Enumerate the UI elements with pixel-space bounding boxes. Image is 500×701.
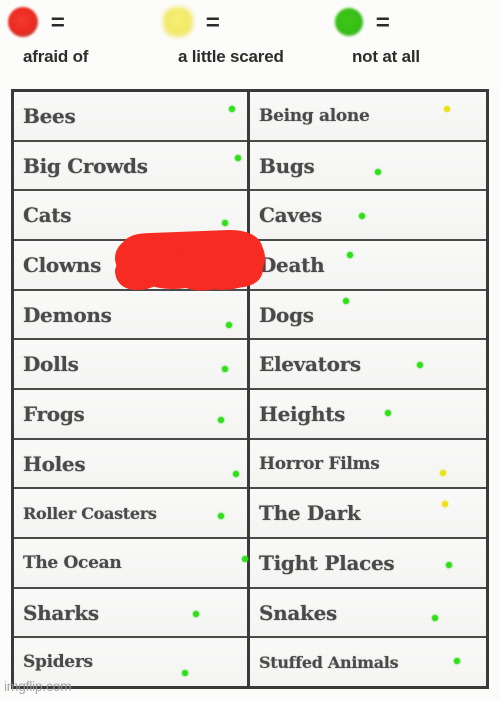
- legend-item-afraid-of: =: [8, 0, 65, 44]
- row-label: Sharks: [23, 600, 99, 625]
- table-row[interactable]: Cats: [14, 191, 247, 242]
- answer-mark[interactable]: [229, 106, 235, 112]
- row-label: Being alone: [259, 105, 370, 126]
- table-row[interactable]: The Dark: [250, 489, 486, 540]
- answer-mark[interactable]: [359, 213, 365, 220]
- table-row[interactable]: Heights: [250, 390, 486, 440]
- row-label: The Dark: [259, 501, 361, 526]
- answer-mark[interactable]: [417, 362, 423, 369]
- legend-label-not-at-all: not at all: [352, 47, 420, 66]
- table-row[interactable]: Bees: [14, 92, 247, 142]
- row-label: Demons: [23, 302, 112, 327]
- fear-checklist-table: Bees Big Crowds Cats Clowns Demons Dolls…: [11, 89, 489, 689]
- legend-item-a-little-scared: =: [163, 0, 220, 44]
- table-row[interactable]: Sharks: [14, 588, 247, 639]
- answer-mark[interactable]: [375, 168, 381, 175]
- answer-mark[interactable]: [432, 614, 438, 621]
- row-label: Big Crowds: [23, 153, 148, 178]
- legend-label-a-little-scared: a little scared: [178, 47, 284, 66]
- answer-mark[interactable]: [218, 417, 224, 424]
- table-row[interactable]: Bugs: [250, 141, 486, 192]
- row-label: Caves: [259, 203, 322, 228]
- row-label: Tight Places: [259, 550, 395, 575]
- table-row[interactable]: Caves: [250, 191, 486, 242]
- imgflip-watermark: imgflip.com: [4, 678, 72, 694]
- fear-column-right: Being alone Bugs Caves Death Dogs Elevat…: [250, 92, 486, 687]
- table-row[interactable]: Holes: [14, 439, 247, 490]
- row-label: Dolls: [23, 352, 79, 377]
- table-row[interactable]: Clowns: [14, 241, 247, 291]
- answer-mark[interactable]: [222, 366, 228, 373]
- answer-mark[interactable]: [347, 252, 353, 259]
- row-label: The Ocean: [23, 552, 122, 573]
- legend-equals-sign: =: [375, 8, 390, 35]
- table-row[interactable]: Death: [250, 241, 486, 291]
- table-row[interactable]: The Ocean: [14, 539, 248, 589]
- answer-mark[interactable]: [193, 610, 199, 617]
- table-row[interactable]: Big Crowds: [14, 141, 247, 192]
- green-circle-icon: [335, 8, 363, 36]
- answer-mark[interactable]: [218, 513, 224, 520]
- legend-item-not-at-all: =: [335, 0, 390, 44]
- red-circle-icon: [8, 7, 38, 37]
- answer-mark[interactable]: [182, 670, 188, 677]
- answer-mark[interactable]: [454, 658, 460, 665]
- answer-mark[interactable]: [343, 297, 349, 304]
- legend-equals-sign: =: [50, 8, 65, 35]
- fear-column-left: Bees Big Crowds Cats Clowns Demons Dolls…: [14, 92, 250, 687]
- row-label: Snakes: [259, 600, 337, 625]
- row-label: Spiders: [23, 652, 93, 673]
- legend-equals-sign: =: [205, 8, 220, 35]
- table-row[interactable]: Snakes: [250, 588, 486, 639]
- table-row[interactable]: Roller Coasters: [14, 489, 247, 540]
- answer-mark[interactable]: [442, 501, 448, 508]
- table-row[interactable]: Elevators: [250, 340, 486, 391]
- answer-mark[interactable]: [233, 470, 239, 477]
- yellow-circle-icon: [163, 7, 193, 37]
- answer-mark[interactable]: [444, 106, 450, 112]
- row-label: Elevators: [259, 352, 361, 377]
- legend: = afraid of = a little scared = not at a…: [0, 0, 500, 86]
- row-label: Bugs: [259, 153, 315, 178]
- table-row[interactable]: Frogs: [14, 390, 247, 440]
- row-label: Horror Films: [259, 453, 380, 474]
- row-label: Death: [259, 252, 325, 277]
- table-row[interactable]: Dolls: [14, 340, 247, 391]
- table-row[interactable]: Dogs: [250, 290, 486, 341]
- row-label: Stuffed Animals: [259, 652, 399, 672]
- row-label: Frogs: [23, 401, 85, 426]
- row-label: Cats: [23, 203, 72, 228]
- answer-mark[interactable]: [242, 556, 248, 563]
- row-label: Dogs: [259, 302, 314, 327]
- row-label: Roller Coasters: [23, 503, 157, 523]
- row-label: Clowns: [23, 252, 102, 277]
- row-label: Heights: [259, 401, 346, 426]
- legend-label-afraid-of: afraid of: [23, 47, 89, 66]
- answer-mark[interactable]: [385, 410, 391, 417]
- table-row[interactable]: Being alone: [250, 92, 486, 142]
- answer-mark[interactable]: [222, 220, 228, 227]
- answer-mark[interactable]: [446, 562, 452, 569]
- row-label: Bees: [23, 103, 76, 128]
- row-label: Holes: [23, 451, 86, 476]
- answer-mark[interactable]: [226, 321, 232, 328]
- table-row[interactable]: Demons: [14, 290, 247, 341]
- table-row[interactable]: Horror Films: [250, 439, 486, 490]
- answer-mark[interactable]: [440, 469, 446, 476]
- answer-mark[interactable]: [235, 154, 241, 161]
- table-row[interactable]: Stuffed Animals: [250, 638, 486, 687]
- table-row[interactable]: Tight Places: [250, 539, 486, 589]
